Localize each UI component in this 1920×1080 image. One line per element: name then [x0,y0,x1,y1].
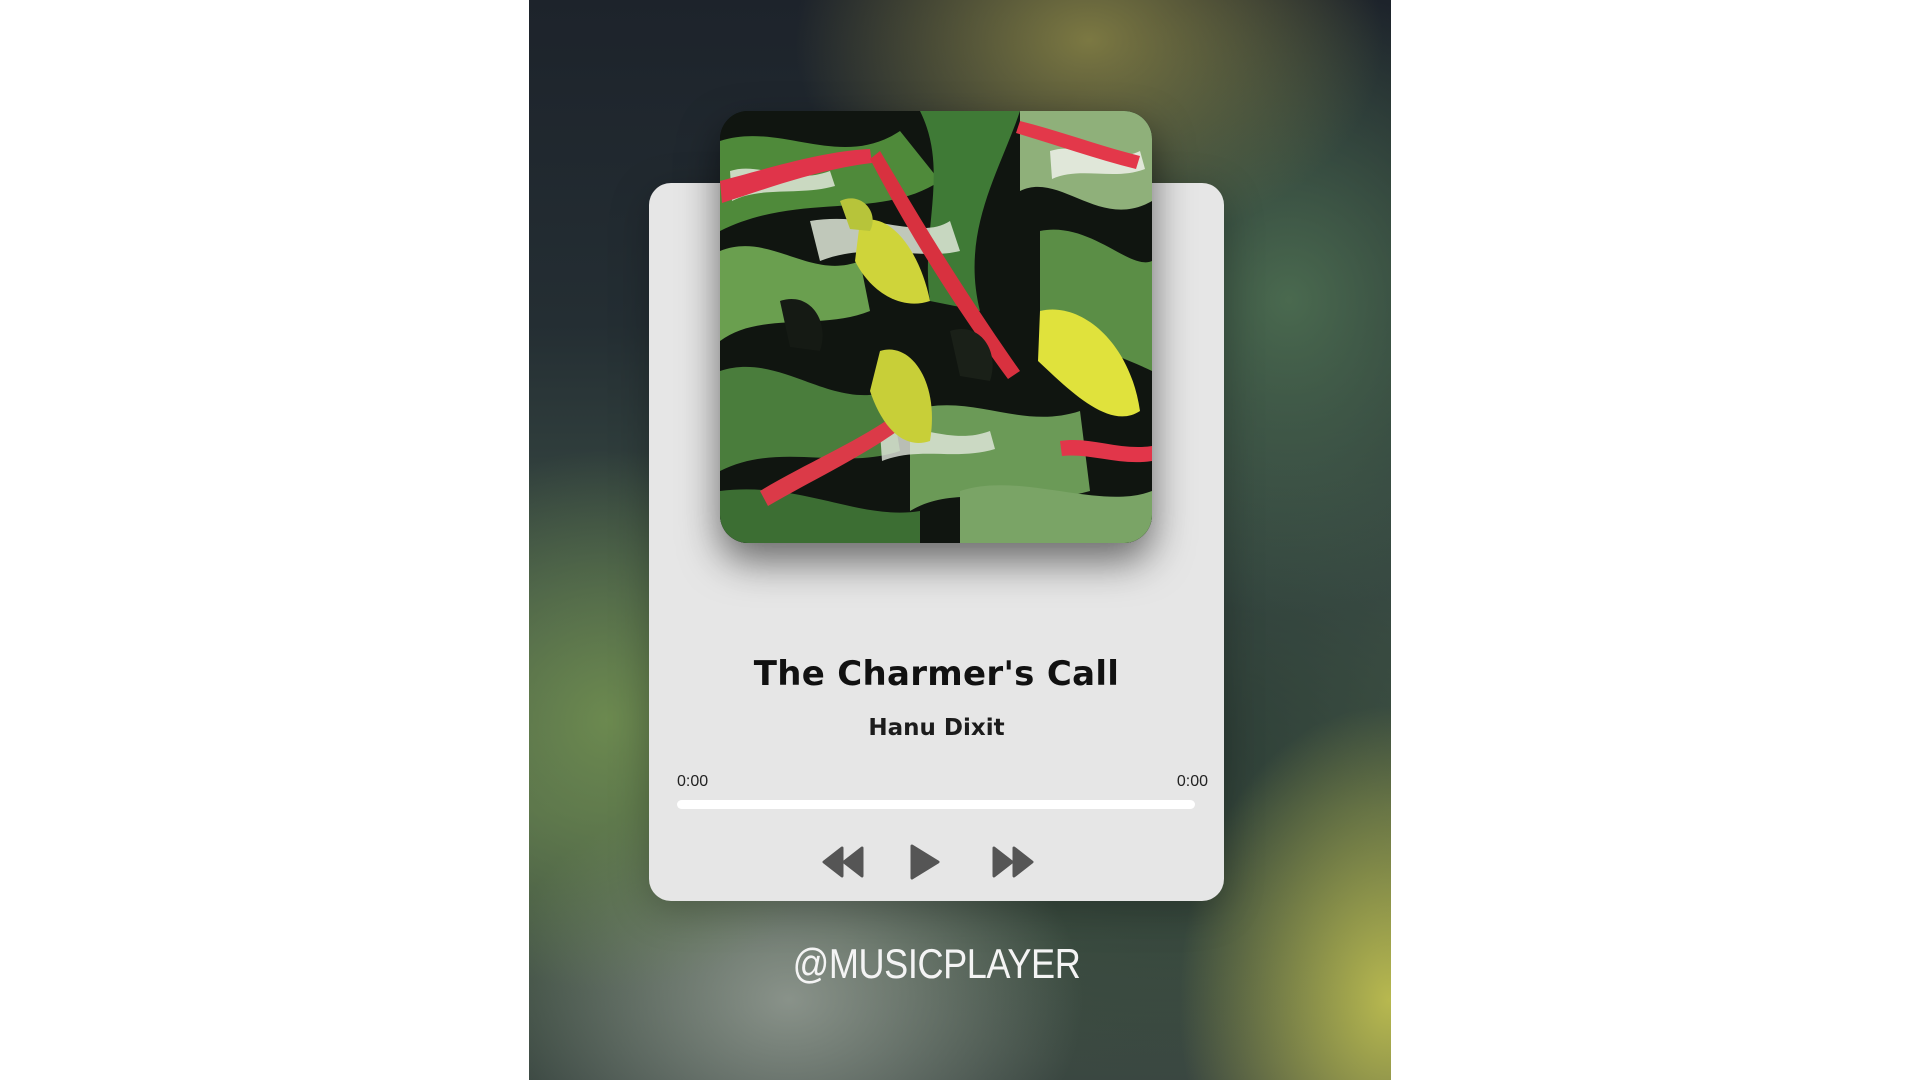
progress-bar[interactable] [677,800,1195,809]
brand-handle: @MUSICPLAYER [792,940,1081,987]
track-artist: Hanu Dixit [868,715,1005,741]
track-title: The Charmer's Call [753,654,1120,694]
album-cover [720,111,1152,543]
previous-button[interactable] [817,838,871,886]
current-time: 0:00 [677,773,709,790]
play-icon [910,844,940,880]
player-background: The Charmer's Call Hanu Dixit 0:00 0:00 … [529,0,1391,1080]
total-duration: 0:00 [1176,773,1208,790]
next-button[interactable] [985,838,1039,886]
album-art-image [720,111,1152,543]
fast-forward-icon [992,846,1034,878]
rewind-icon [822,846,864,878]
play-button[interactable] [897,838,951,886]
